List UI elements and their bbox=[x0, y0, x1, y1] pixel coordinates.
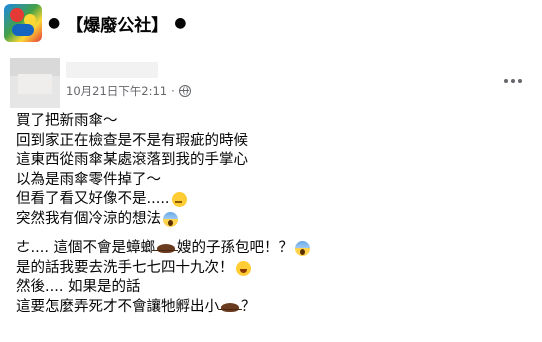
author-avatar[interactable] bbox=[10, 58, 60, 108]
post-line: ㄜ.... 這個不會是蟑螂 嫂的子孫包吧！？ bbox=[16, 239, 526, 259]
post-line: 以為是雨傘零件掉了～ bbox=[16, 171, 161, 188]
post-line: 這東西從雨傘某處滾落到我的手掌心 bbox=[16, 152, 248, 168]
post-line: 然後.... 如果是的話 bbox=[16, 279, 141, 295]
group-logo[interactable] bbox=[4, 4, 42, 42]
more-options-button[interactable] bbox=[498, 66, 528, 96]
group-header: ● 【爆廢公社】 ● bbox=[48, 10, 186, 36]
more-options-icon bbox=[504, 79, 508, 83]
screaming-face-icon bbox=[163, 211, 178, 227]
crying-face-icon bbox=[235, 260, 251, 276]
post-meta: 10月21日下午2:11 · bbox=[66, 83, 191, 99]
post-line: 買了把新雨傘～ bbox=[16, 113, 118, 129]
bullet-icon: ● bbox=[174, 15, 187, 31]
author-name-blurred[interactable] bbox=[66, 62, 158, 78]
post-line: 這要怎麼弄死才不會讓牠孵出小 ？ bbox=[16, 298, 256, 315]
post-line: 但看了看又好像不是..... bbox=[16, 190, 526, 210]
post-timestamp[interactable]: 10月21日下午2:11 bbox=[66, 83, 167, 99]
meta-separator: · bbox=[171, 84, 175, 98]
cockroach-icon bbox=[218, 302, 242, 312]
thinking-face-icon bbox=[171, 192, 187, 208]
bullet-icon: ● bbox=[48, 15, 61, 31]
post-line: 突然我有個冷涼的想法 bbox=[16, 210, 526, 230]
screaming-face-icon bbox=[295, 241, 311, 257]
group-name[interactable]: 【爆廢公社】 bbox=[66, 11, 168, 36]
globe-icon[interactable] bbox=[178, 85, 191, 97]
post-line: 回到家正在檢查是不是有瑕疵的時候 bbox=[16, 132, 248, 149]
post-text: 買了把新雨傘～ 回到家正在檢查是不是有瑕疵的時候 這東西從雨傘某處滾落到我的手掌… bbox=[16, 112, 526, 317]
cockroach-icon bbox=[154, 244, 179, 254]
post-line: 是的話我要去洗手七七四十九次！ bbox=[16, 259, 526, 279]
